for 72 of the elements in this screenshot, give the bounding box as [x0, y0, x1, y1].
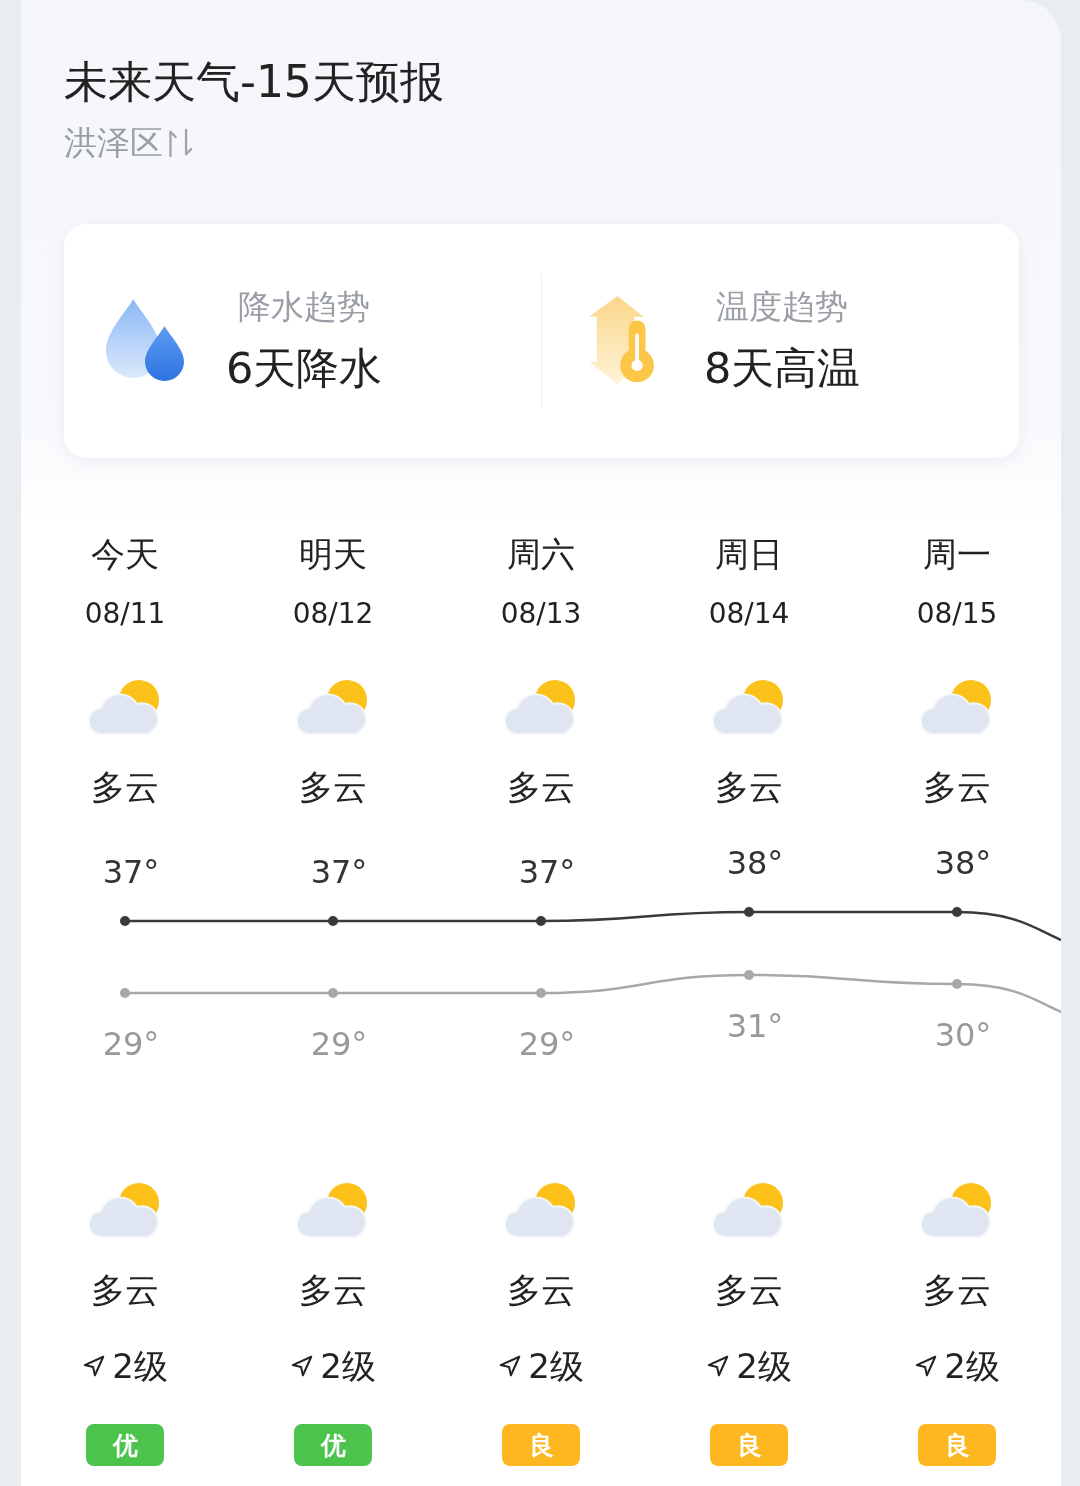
temperature-point	[536, 916, 546, 926]
day-date: 08/12	[292, 596, 374, 632]
wind-level: 2级	[320, 1345, 376, 1388]
temperature-point	[536, 988, 546, 998]
day-name: 周一	[923, 533, 991, 576]
weather-text: 多云	[91, 766, 159, 809]
day-name: 明天	[299, 533, 367, 576]
day-date: 08/15	[916, 596, 998, 632]
weather-text: 多云	[923, 1269, 991, 1312]
air-quality-badge: 优	[294, 1424, 372, 1466]
wind-level: 2级	[528, 1345, 584, 1388]
weather-text: 多云	[91, 1269, 159, 1312]
temperature-point	[744, 970, 754, 980]
high-temperature: 37°	[102, 853, 160, 891]
high-temperature: 38°	[934, 844, 992, 882]
temperature-point	[120, 988, 130, 998]
air-quality-badge: 良	[918, 1424, 996, 1466]
temperature-point	[328, 916, 338, 926]
partly-cloudy-icon	[297, 678, 369, 736]
weather-text: 多云	[507, 1269, 575, 1312]
trend-value: 8天高温	[704, 341, 861, 395]
day-date: 08/14	[708, 596, 790, 632]
low-temperature: 29°	[518, 1025, 576, 1063]
weather-text: 多云	[715, 1269, 783, 1312]
day-name: 周日	[715, 533, 783, 576]
wind-level: 2级	[112, 1345, 168, 1388]
wind-direction-icon	[914, 1354, 939, 1378]
high-temperature: 37°	[310, 853, 368, 891]
low-temperature: 31°	[726, 1007, 784, 1045]
day-name: 今天	[91, 533, 159, 576]
temperature-point	[744, 907, 754, 917]
wind-level: 2级	[944, 1345, 1000, 1388]
partly-cloudy-icon	[921, 1181, 993, 1239]
wind-level: 2级	[736, 1345, 792, 1388]
wind-direction-icon	[82, 1354, 107, 1378]
weather-text: 多云	[507, 766, 575, 809]
trend-label: 降水趋势	[238, 285, 371, 328]
partly-cloudy-icon	[505, 678, 577, 736]
partly-cloudy-icon	[713, 1181, 785, 1239]
day-date: 08/11	[84, 596, 166, 632]
day-date: 08/13	[500, 596, 582, 632]
partly-cloudy-icon	[89, 1181, 161, 1239]
wind-direction-icon	[290, 1354, 315, 1378]
day-name: 周六	[507, 533, 575, 576]
page-title: 未来天气-15天预报	[64, 55, 445, 109]
partly-cloudy-icon	[505, 1181, 577, 1239]
high-temperature: 37°	[518, 853, 576, 891]
low-temperature: 29°	[310, 1025, 368, 1063]
temperature-point	[328, 988, 338, 998]
partly-cloudy-icon	[921, 678, 993, 736]
weather-text: 多云	[299, 766, 367, 809]
weather-text: 多云	[923, 766, 991, 809]
air-quality-badge: 良	[710, 1424, 788, 1466]
trend-value: 6天降水	[226, 341, 383, 395]
weather-text: 多云	[299, 1269, 367, 1312]
swap-icon[interactable]	[167, 127, 193, 159]
location-label: 洪泽区	[64, 122, 163, 164]
temperature-point	[952, 979, 962, 989]
temperature-point	[952, 907, 962, 917]
air-quality-badge: 良	[502, 1424, 580, 1466]
partly-cloudy-icon	[89, 678, 161, 736]
weather-text: 多云	[715, 766, 783, 809]
trend-label: 温度趋势	[716, 285, 849, 328]
temperature-point	[120, 916, 130, 926]
partly-cloudy-icon	[297, 1181, 369, 1239]
low-temperature: 30°	[934, 1016, 992, 1054]
low-temperature: 29°	[102, 1025, 160, 1063]
high-temperature: 38°	[726, 844, 784, 882]
wind-direction-icon	[498, 1354, 523, 1378]
partly-cloudy-icon	[713, 678, 785, 736]
air-quality-badge: 优	[86, 1424, 164, 1466]
wind-direction-icon	[706, 1354, 731, 1378]
